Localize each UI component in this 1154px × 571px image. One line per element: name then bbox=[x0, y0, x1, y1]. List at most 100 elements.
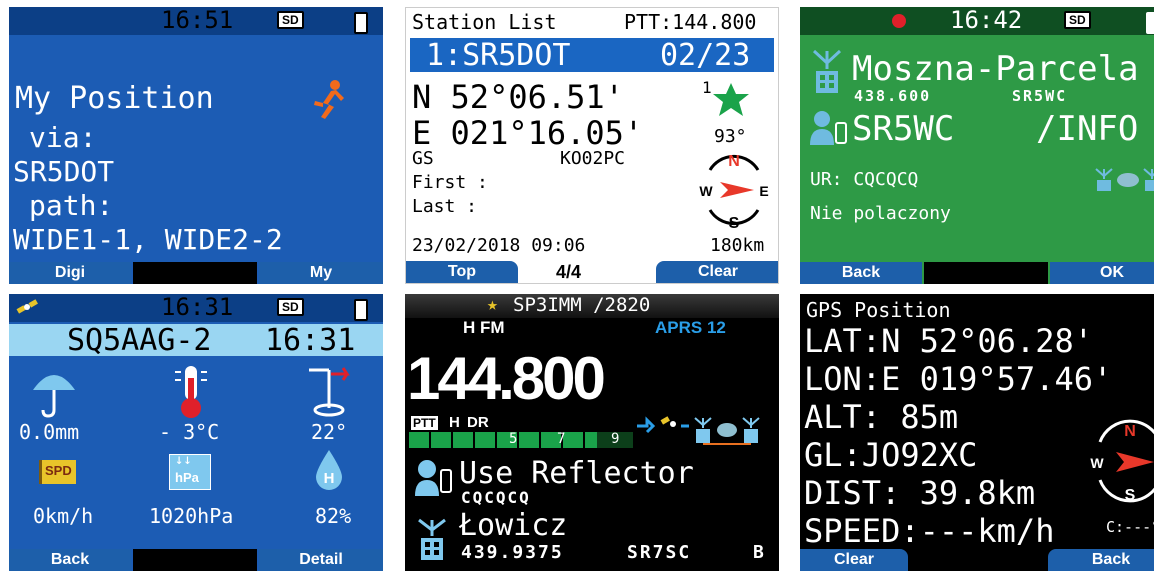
station-list-title: Station List bbox=[412, 10, 557, 34]
compass-s: S bbox=[1125, 487, 1136, 504]
clock: 16:42 bbox=[950, 7, 1023, 34]
signal-meter-fill bbox=[409, 432, 597, 448]
via-label: via: bbox=[29, 121, 97, 154]
humidity-badge: H bbox=[324, 470, 335, 487]
path-value: WIDE1-1, WIDE2-2 bbox=[13, 223, 283, 256]
mode-indicator: H FM bbox=[463, 318, 505, 337]
battery-icon bbox=[354, 12, 368, 34]
spd-badge: SPD bbox=[45, 463, 72, 478]
node-name: Moszna-Parcela bbox=[852, 49, 1139, 89]
dr-indicator: DR bbox=[467, 414, 489, 431]
aprs-indicator: APRS 12 bbox=[655, 318, 726, 337]
humidity-drop-icon: H bbox=[316, 450, 342, 490]
pressure-arrows: ↓↓ bbox=[175, 452, 192, 468]
back-softkey[interactable]: Back bbox=[9, 549, 131, 571]
reflector-text: Use Reflector bbox=[459, 456, 694, 491]
gps-grid-locator: GL:JO92XC bbox=[804, 436, 978, 474]
gps-title: GPS Position bbox=[806, 298, 951, 322]
top-softkey[interactable]: Top bbox=[406, 261, 518, 283]
softkey-blank bbox=[924, 262, 1048, 284]
compass-icon: N W E S bbox=[699, 153, 768, 232]
detail-softkey[interactable]: Detail bbox=[259, 549, 383, 571]
cq-text: CQCQCQ bbox=[461, 488, 531, 507]
compass-e: E bbox=[759, 183, 768, 199]
running-person-icon bbox=[314, 80, 344, 119]
clock: 16:51 bbox=[161, 7, 234, 34]
ur-call: UR: CQCQCQ bbox=[810, 169, 919, 190]
connection-status: Nie polaczony bbox=[810, 203, 951, 224]
selected-station-count: 02/23 bbox=[660, 38, 751, 73]
humidity: 82% bbox=[315, 504, 352, 528]
repeater-icon bbox=[418, 518, 446, 560]
latitude: N 52°06.51' bbox=[412, 78, 624, 116]
longitude: E 021°16.05' bbox=[412, 114, 644, 152]
s-mark-5: 5 bbox=[509, 431, 518, 447]
gateway-link-icon bbox=[1095, 168, 1154, 191]
main-frequency[interactable]: 144.800 bbox=[407, 344, 606, 413]
compass-n: N bbox=[728, 153, 740, 170]
clock: 16:31 bbox=[161, 294, 234, 321]
station-callsign: SR5WC bbox=[852, 109, 955, 149]
selected-station-name: 1:SR5DOT bbox=[426, 38, 571, 73]
station-info: /INFO bbox=[1036, 109, 1139, 149]
star-symbol-icon bbox=[713, 83, 749, 116]
grid-square: KO02PC bbox=[560, 148, 626, 169]
battery-icon bbox=[1146, 12, 1154, 34]
last-heard: Last : bbox=[412, 196, 478, 217]
battery-icon bbox=[354, 299, 368, 321]
dstar-star-icon: ★ bbox=[487, 294, 498, 315]
compass-w: W bbox=[699, 183, 713, 199]
compass-w: W bbox=[1090, 455, 1104, 471]
screen-station-list: Station List PTT:144.800 1:SR5DOT 02/23 … bbox=[405, 7, 779, 284]
repeater-icon bbox=[812, 49, 842, 93]
back-softkey[interactable]: Back bbox=[800, 262, 922, 284]
softkey-blank bbox=[133, 262, 257, 284]
screen-weather: 16:31 SD SQ5AAG-2 16:31 0.0mm - 3°C 22° … bbox=[9, 294, 383, 571]
operator-icon bbox=[415, 460, 452, 496]
gps-latitude: LAT:N 52°06.28' bbox=[804, 322, 1093, 360]
sd-card-icon: SD bbox=[277, 11, 304, 29]
repeater-city: Łowicz bbox=[459, 508, 568, 543]
node-callsign: SR5WC bbox=[1012, 87, 1068, 105]
wind-speed: 0km/h bbox=[33, 504, 94, 528]
umbrella-icon bbox=[33, 375, 75, 418]
gps-distance: DIST: 39.8km bbox=[804, 474, 1036, 512]
clear-softkey[interactable]: Clear bbox=[656, 261, 778, 283]
first-heard: First : bbox=[412, 172, 488, 193]
softkey-blank bbox=[133, 549, 257, 571]
gps-speed: SPEED:---km/h bbox=[804, 512, 1055, 550]
record-icon bbox=[892, 14, 906, 28]
s-mark-9: 9 bbox=[611, 431, 620, 447]
digi-softkey[interactable]: Digi bbox=[9, 262, 131, 284]
ptt-badge: PTT bbox=[411, 416, 438, 430]
page-indicator: 4/4 bbox=[556, 262, 582, 282]
hpa-badge: hPa bbox=[175, 470, 199, 485]
path-label: path: bbox=[29, 189, 114, 222]
rainfall: 0.0mm bbox=[19, 420, 80, 444]
ok-softkey[interactable]: OK bbox=[1050, 262, 1154, 284]
gps-altitude: ALT: 85m bbox=[804, 398, 959, 436]
weather-station-callsign: SQ5AAG-2 bbox=[67, 323, 212, 358]
via-value: SR5DOT bbox=[13, 155, 115, 188]
screen-main-frequency: ★ SP3IMM /2820 H FM APRS 12 144.800 PTT … bbox=[405, 294, 779, 571]
satellite-icon bbox=[16, 299, 38, 314]
compass-icon: N W E S bbox=[1090, 419, 1154, 504]
sd-card-icon: SD bbox=[277, 298, 304, 316]
link-status-icons bbox=[637, 416, 760, 445]
ptt-frequency: PTT:144.800 bbox=[624, 10, 757, 34]
pressure: 1020hPa bbox=[149, 504, 234, 528]
screen-my-position: 16:51 SD My Position via: SR5DOT path: W… bbox=[9, 7, 383, 284]
clear-softkey[interactable]: Clear bbox=[800, 549, 908, 571]
thermometer-icon bbox=[175, 366, 207, 418]
back-softkey[interactable]: Back bbox=[1048, 549, 1154, 571]
wind-direction-icon bbox=[309, 367, 350, 417]
date-time: 23/02/2018 09:06 bbox=[412, 235, 586, 256]
my-softkey[interactable]: My bbox=[259, 262, 383, 284]
repeater-callsign: SR7SC bbox=[627, 542, 692, 563]
wind-direction: 22° bbox=[311, 420, 348, 444]
temperature: - 3°C bbox=[159, 420, 220, 444]
gps-longitude: LON:E 019°57.46' bbox=[804, 360, 1113, 398]
gps-course: C:---° bbox=[1106, 518, 1154, 536]
compass-s: S bbox=[729, 215, 740, 232]
repeater-band: B bbox=[753, 542, 764, 563]
